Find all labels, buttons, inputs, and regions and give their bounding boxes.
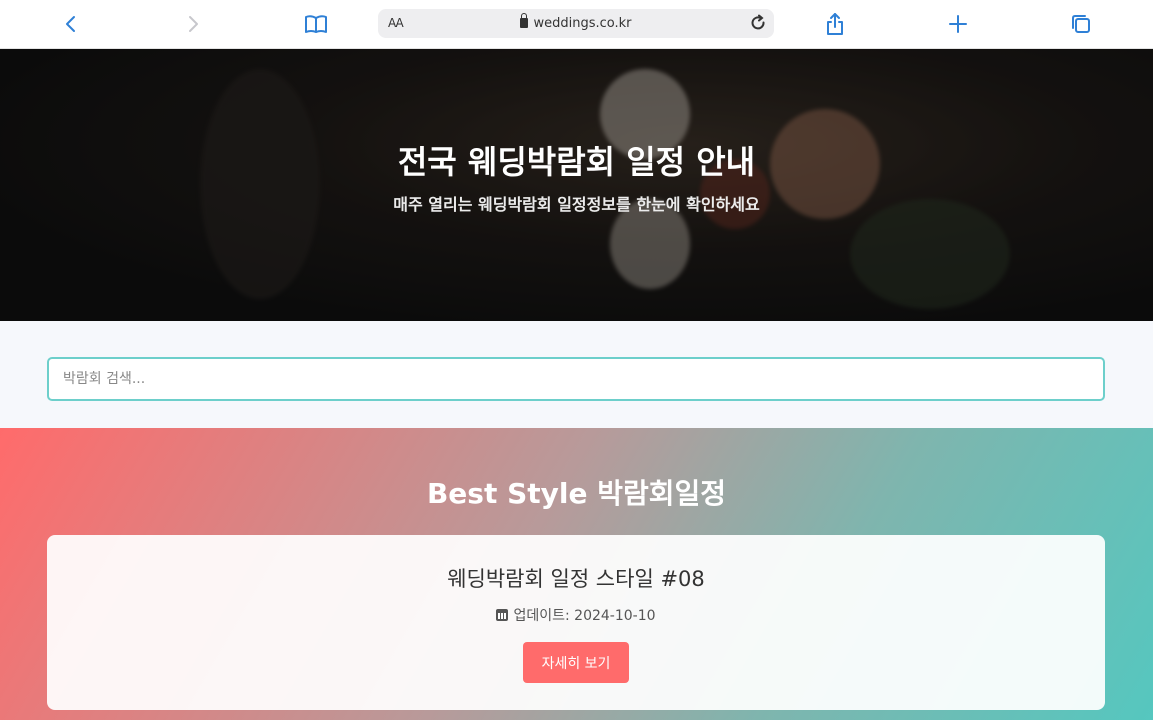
search-section <box>0 321 1153 428</box>
updated-text: 업데이트: 2024-10-10 <box>513 608 656 624</box>
address-bar[interactable]: AA weddings.co.kr <box>378 9 774 38</box>
url-display[interactable]: weddings.co.kr <box>378 13 774 31</box>
new-tab-icon[interactable] <box>944 10 972 38</box>
tabs-icon[interactable] <box>1067 10 1095 38</box>
best-style-section: Best Style 박람회일정 웨딩박람회 일정 스타일 #08 업데이트: … <box>0 428 1153 720</box>
share-icon[interactable] <box>821 10 849 38</box>
hero-banner: 전국 웨딩박람회 일정 안내 매주 열리는 웨딩박람회 일정정보를 한눈에 확인… <box>0 49 1153 321</box>
url-text: weddings.co.kr <box>533 16 632 31</box>
hero-title: 전국 웨딩박람회 일정 안내 <box>397 143 756 181</box>
calendar-icon <box>496 609 509 621</box>
hero-overlay <box>0 49 1153 321</box>
search-input[interactable] <box>47 357 1105 401</box>
hero-subtitle: 매주 열리는 웨딩박람회 일정정보를 한눈에 확인하세요 <box>393 195 760 214</box>
lock-icon <box>520 13 529 28</box>
back-icon[interactable] <box>57 10 85 38</box>
section-title: Best Style 박람회일정 <box>426 477 727 510</box>
forward-icon[interactable] <box>179 10 207 38</box>
browser-toolbar: AA weddings.co.kr <box>0 0 1153 49</box>
reload-icon[interactable] <box>748 13 768 33</box>
card-updated: 업데이트: 2024-10-10 <box>47 605 1105 625</box>
fair-card: 웨딩박람회 일정 스타일 #08 업데이트: 2024-10-10 자세히 보기 <box>47 535 1105 710</box>
card-title: 웨딩박람회 일정 스타일 #08 <box>447 567 705 591</box>
details-button[interactable]: 자세히 보기 <box>523 642 629 683</box>
bookmarks-icon[interactable] <box>302 10 330 38</box>
